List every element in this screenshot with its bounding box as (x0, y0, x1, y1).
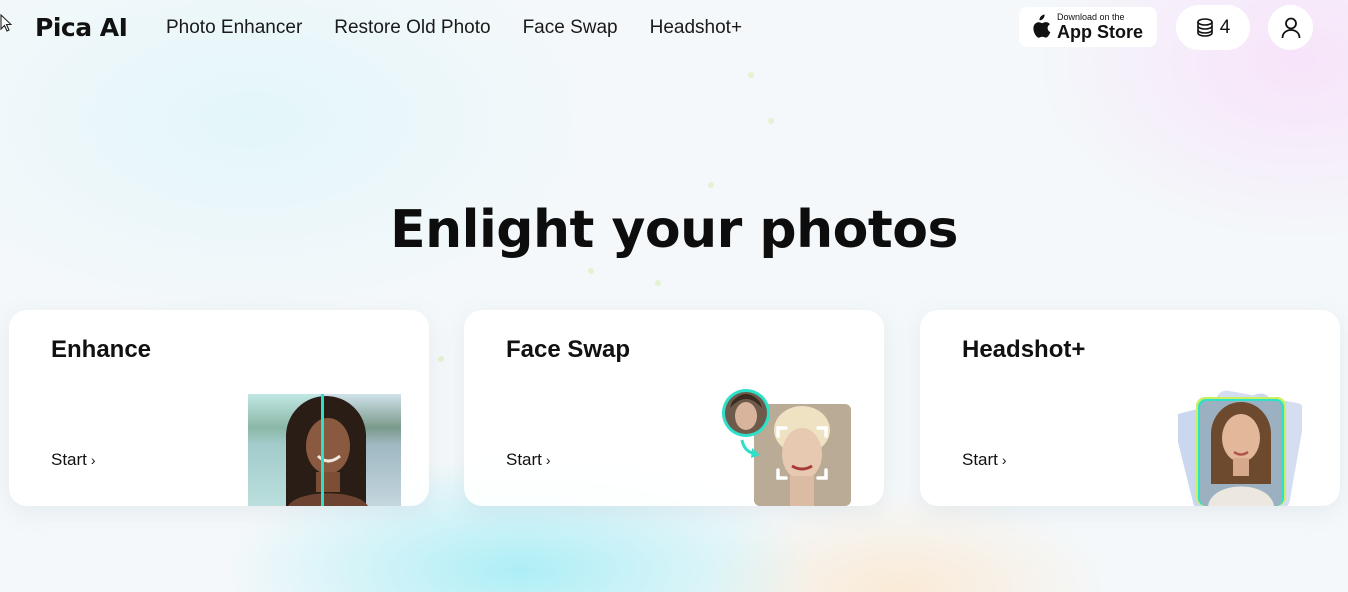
nav-link-face-swap[interactable]: Face Swap (507, 16, 634, 40)
sparkle-decoration (768, 118, 774, 124)
chevron-right-icon: › (1001, 452, 1007, 468)
credits-count: 4 (1219, 16, 1231, 38)
sparkle-decoration (708, 182, 714, 188)
card-start-label: Start (506, 450, 542, 469)
card-start-link[interactable]: Start › (506, 450, 551, 470)
card-start-label: Start (962, 450, 998, 469)
card-title: Face Swap (506, 336, 631, 363)
app-store-download-button[interactable]: Download on the App Store (1019, 7, 1157, 47)
account-button[interactable] (1268, 5, 1313, 50)
brand-name: Pica AI (35, 12, 128, 42)
top-navigation-bar: Pica AI Photo Enhancer Restore Old Photo… (0, 0, 1348, 56)
feature-card-enhance[interactable]: Enhance Start › (9, 310, 429, 506)
nav-link-photo-enhancer[interactable]: Photo Enhancer (150, 16, 318, 40)
headshot-preview-image (1178, 390, 1302, 506)
chevron-right-icon: › (545, 452, 551, 468)
feature-card-face-swap[interactable]: Face Swap Start › (464, 310, 884, 506)
main-nav: Photo Enhancer Restore Old Photo Face Sw… (150, 16, 758, 40)
card-title: Headshot+ (962, 336, 1086, 363)
feature-card-headshot[interactable]: Headshot+ Start › (920, 310, 1340, 506)
sparkle-decoration (748, 72, 754, 78)
card-start-link[interactable]: Start › (51, 450, 96, 470)
card-title: Enhance (51, 336, 152, 363)
sparkle-decoration (588, 268, 594, 274)
brand-logo[interactable]: Pica AI (35, 10, 128, 44)
coins-stack-icon (1196, 17, 1213, 37)
card-start-link[interactable]: Start › (962, 450, 1007, 470)
card-start-label: Start (51, 450, 87, 469)
sparkle-decoration (438, 356, 444, 362)
sparkle-decoration (655, 280, 661, 286)
app-store-label: App Store (1057, 22, 1144, 42)
nav-link-headshot[interactable]: Headshot+ (634, 16, 758, 40)
enhance-before-after-image (248, 394, 401, 506)
face-swap-preview-image (722, 389, 851, 506)
nav-link-restore-old-photo[interactable]: Restore Old Photo (318, 16, 506, 40)
app-store-caption: Download on the (1057, 12, 1125, 22)
user-icon (1281, 17, 1300, 38)
chevron-right-icon: › (90, 452, 96, 468)
credits-balance-button[interactable]: 4 (1176, 5, 1250, 50)
apple-icon (1033, 14, 1051, 38)
hero-title: Enlight your photos (390, 200, 958, 260)
